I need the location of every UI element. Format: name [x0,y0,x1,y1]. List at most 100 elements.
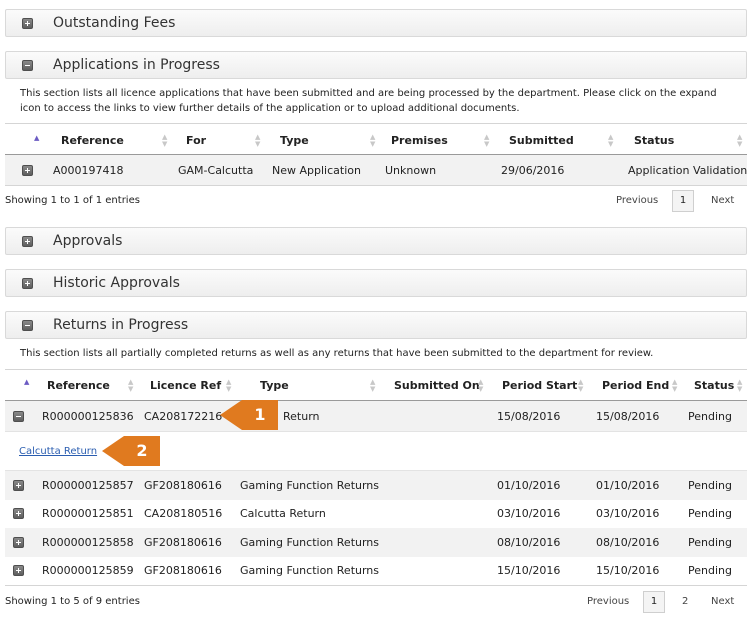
table-row[interactable]: R000000125859 GF208180616 Gaming Functio… [5,557,747,585]
column-header-period-end[interactable]: Period End [602,379,669,392]
page-1-button[interactable]: 1 [672,190,694,212]
column-header-licence-ref[interactable]: Licence Ref [150,379,221,392]
sort-icon[interactable]: ▲ ▼ [578,379,583,393]
table-row[interactable]: R000000125836 CA208172216 Return 15/08/2… [5,401,747,431]
applications-description: This section lists all licence applicati… [20,88,717,114]
section-title: Outstanding Fees [53,15,176,31]
cell-licence-ref: GF208180616 [144,536,222,549]
cell-type: Return [283,410,320,423]
divider [5,369,747,370]
table-row[interactable]: R000000125851 CA208180516 Calcutta Retur… [5,500,747,528]
cell-licence-ref: CA208180516 [144,507,223,520]
collapse-icon[interactable] [22,60,33,71]
column-header-status[interactable]: Status [694,379,734,392]
cell-reference: R000000125851 [42,507,134,520]
collapse-icon[interactable] [13,411,24,422]
collapse-icon[interactable] [22,320,33,331]
sort-icon[interactable]: ▲ ▼ [608,134,613,148]
callout-arrow-2: 2 [102,436,160,466]
cell-status: Pending [688,564,732,577]
column-header-submitted[interactable]: Submitted [509,134,574,147]
callout-arrow-1: 1 [220,400,278,430]
section-title: Approvals [53,233,123,249]
sort-icon[interactable]: ▲ ▼ [255,134,260,148]
cell-status: Application Validation [628,164,748,177]
cell-reference: R000000125858 [42,536,134,549]
expand-icon[interactable] [22,165,33,176]
cell-reference: R000000125859 [42,564,134,577]
sort-icon[interactable]: ▲ ▼ [737,379,742,393]
sort-icon[interactable]: ▲ ▼ [484,134,489,148]
returns-description: This section lists all partially complet… [20,348,654,359]
section-approvals[interactable]: Approvals [5,227,747,255]
sort-asc-icon[interactable]: ▲ [24,379,29,386]
next-button[interactable]: Next [711,596,734,607]
expand-icon[interactable] [13,480,24,491]
cell-reference: A000197418 [53,164,124,177]
next-button[interactable]: Next [711,195,734,206]
column-header-period-start[interactable]: Period Start [502,379,577,392]
section-applications-in-progress[interactable]: Applications in Progress [5,51,747,79]
cell-period-end: 15/10/2016 [596,564,660,577]
cell-period-end: 15/08/2016 [596,410,660,423]
section-returns-in-progress[interactable]: Returns in Progress [5,311,747,339]
callout-number: 2 [124,436,160,466]
column-header-premises[interactable]: Premises [391,134,448,147]
column-header-status[interactable]: Status [634,134,674,147]
previous-button[interactable]: Previous [616,195,658,206]
divider [5,185,747,186]
column-header-type[interactable]: Type [280,134,309,147]
cell-type: Gaming Function Returns [240,479,380,492]
sort-icon[interactable]: ▲ ▼ [478,379,483,393]
cell-reference: R000000125836 [42,410,134,423]
sort-icon[interactable]: ▲ ▼ [737,134,742,148]
cell-status: Pending [688,479,732,492]
section-historic-approvals[interactable]: Historic Approvals [5,269,747,297]
sort-icon[interactable]: ▲ ▼ [162,134,167,148]
cell-period-start: 15/10/2016 [497,564,561,577]
page-2-button[interactable]: 2 [682,596,688,607]
cell-type: Gaming Function Returns [240,536,380,549]
table-row[interactable]: R000000125857 GF208180616 Gaming Functio… [5,471,747,500]
column-header-type[interactable]: Type [260,379,289,392]
column-header-for[interactable]: For [186,134,206,147]
calcutta-return-link[interactable]: Calcutta Return [19,446,97,457]
sort-icon[interactable]: ▲ ▼ [128,379,133,393]
sort-icon[interactable]: ▲ ▼ [370,379,375,393]
expand-icon[interactable] [22,18,33,29]
section-title: Returns in Progress [53,317,189,333]
cell-reference: R000000125857 [42,479,134,492]
cell-status: Pending [688,507,732,520]
cell-period-end: 03/10/2016 [596,507,660,520]
sort-icon[interactable]: ▲ ▼ [226,379,231,393]
table-info: Showing 1 to 5 of 9 entries [5,596,140,607]
cell-status: Pending [688,536,732,549]
sort-icon[interactable]: ▲ ▼ [370,134,375,148]
divider [5,585,747,586]
cell-licence-ref: CA208172216 [144,410,223,423]
arrow-left-icon [102,436,124,466]
cell-licence-ref: GF208180616 [144,564,222,577]
expand-icon[interactable] [13,537,24,548]
sort-icon[interactable]: ▲ ▼ [672,379,677,393]
table-row[interactable]: R000000125858 GF208180616 Gaming Functio… [5,528,747,557]
cell-submitted: 29/06/2016 [501,164,565,177]
cell-licence-ref: GF208180616 [144,479,222,492]
expand-icon[interactable] [22,236,33,247]
section-outstanding-fees[interactable]: Outstanding Fees [5,9,747,37]
expand-icon[interactable] [13,565,24,576]
previous-button[interactable]: Previous [587,596,629,607]
cell-type: Gaming Function Returns [240,564,380,577]
expand-icon[interactable] [13,508,24,519]
cell-period-end: 08/10/2016 [596,536,660,549]
table-info: Showing 1 to 1 of 1 entries [5,195,140,206]
expand-icon[interactable] [22,278,33,289]
column-header-reference[interactable]: Reference [47,379,110,392]
sort-asc-icon[interactable]: ▲ [34,135,39,142]
table-row[interactable]: A000197418 GAM-Calcutta New Application … [5,155,747,185]
section-title: Applications in Progress [53,57,220,73]
column-header-reference[interactable]: Reference [61,134,124,147]
cell-for: GAM-Calcutta [178,164,254,177]
column-header-submitted-on[interactable]: Submitted On [394,379,480,392]
page-1-button[interactable]: 1 [643,591,665,613]
